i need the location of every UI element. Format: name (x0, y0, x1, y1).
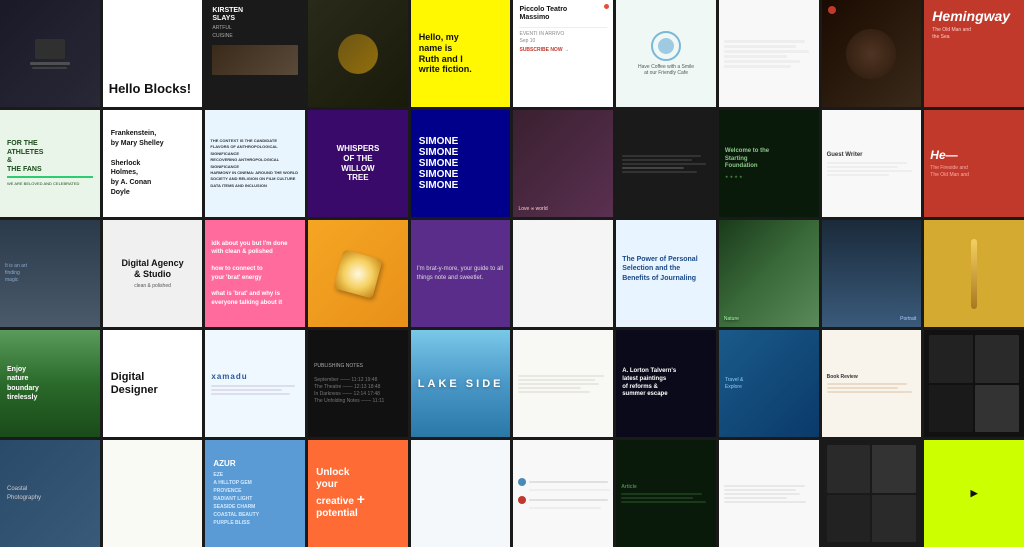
cell-dark-min2[interactable] (822, 440, 922, 547)
cell-anthropology[interactable]: THE CONTEXT IS THE CANDIDATE FLAVORS OF … (205, 110, 305, 217)
hemingway-title: Hemingway (932, 8, 1010, 24)
cell-red-minimal[interactable]: He— The Fireside andThe Old Man and (924, 110, 1024, 217)
neon-text: ▶ (971, 488, 978, 499)
cell-digital-agency[interactable]: Digital Agency& Studio clean & polished (103, 220, 203, 327)
frankenstein-title: Frankenstein,by Mary ShelleySherlockHolm… (111, 129, 164, 198)
lake-side-title: LAKE SIDE (418, 378, 504, 390)
cell-whispers[interactable]: WHISPERSOF THEWILLOWTREE (308, 110, 408, 217)
cell-social-feed[interactable] (513, 440, 613, 547)
cell-hemingway[interactable]: Hemingway The Old Man andthe Sea (924, 0, 1024, 107)
whispers-title: WHISPERSOF THEWILLOWTREE (337, 144, 380, 182)
azur-subtitle: EZEA HILLTOP GEMPROVENCERADIANT LIGHTSEA… (213, 471, 259, 527)
cell-minimal-dark[interactable] (924, 330, 1024, 437)
cell-portrait[interactable]: It is an artfindingmagic (0, 220, 100, 327)
cell-unlock[interactable]: Unlockyourcreative +potential (308, 440, 408, 547)
cell-text-blog[interactable]: The Power of PersonalSelection and theBe… (616, 220, 716, 327)
athletes-divider (7, 176, 93, 178)
cell-hello-blocks[interactable]: Hello Blocks! (103, 0, 203, 107)
cell-piccolo[interactable]: Piccolo TeatroMassimo EVENTI IN ARRIVOSe… (513, 0, 613, 107)
cell-nature-photo[interactable]: Nature (719, 220, 819, 327)
unlock-title: Unlockyourcreative +potential (316, 467, 365, 520)
cell-blog-text[interactable] (513, 330, 613, 437)
cell-literary[interactable]: Guest Writer (822, 110, 922, 217)
digital-agency-title: Digital Agency& Studio (111, 258, 195, 280)
dark-portfolio-title: A. Lorton Talvern'slatest paintingsof re… (622, 368, 676, 399)
cell-kirsten[interactable]: KIRSTENSLAYSARTFULCUISINE (205, 0, 305, 107)
violet-title: I'm brat-y-more, your guide to allthings… (417, 265, 503, 282)
cell-long-text[interactable] (103, 440, 203, 547)
cell-dark-portfolio[interactable]: A. Lorton Talvern'slatest paintingsof re… (616, 330, 716, 437)
coastal-title: CoastalPhotography (7, 485, 41, 502)
cell-ruth[interactable]: Hello, myname isRuth and Iwrite fiction. (411, 0, 511, 107)
athletes-title: FOR THEATHLETES&THE FANS (7, 140, 43, 174)
cell-pink-brat[interactable]: idk about you but I'm donewith clean & p… (205, 220, 305, 327)
cell-coastal[interactable]: CoastalPhotography (0, 440, 100, 547)
cell-gold-stick[interactable] (924, 220, 1024, 327)
cell-coffee[interactable]: Have Coffee with a Smileat our Friendly … (616, 0, 716, 107)
pink-brat-title: idk about you but I'm donewith clean & p… (211, 240, 287, 307)
green-landscape-title: Enjoynatureboundarytirelessly (7, 365, 39, 401)
cell-green-landscape[interactable]: Enjoynatureboundarytirelessly (0, 330, 100, 437)
cell-love-photo[interactable]: Love ∞ world (513, 110, 613, 217)
cell-xamadu[interactable]: xamadu (205, 330, 305, 437)
cell-1[interactable] (0, 0, 100, 107)
cell-book-review[interactable]: Book Review (822, 330, 922, 437)
cell-travel-photo[interactable]: Travel &Explore (719, 330, 819, 437)
cell-digital-designer[interactable]: DigitalDesigner (103, 330, 203, 437)
cell-azur[interactable]: AZUR EZEA HILLTOP GEMPROVENCERADIANT LIG… (205, 440, 305, 547)
text-blog-title: The Power of PersonalSelection and theBe… (622, 255, 697, 282)
cell-violet-energy[interactable]: I'm brat-y-more, your guide to allthings… (411, 220, 511, 327)
hello-blocks-title: Hello Blocks! (109, 82, 191, 95)
simone-title: SIMONESIMONESIMONESIMONESIMONE (419, 136, 458, 191)
cell-dark-notes[interactable]: PUBLISHING NOTES September —— 11:12 19:4… (308, 330, 408, 437)
cell-dark-texture[interactable] (308, 0, 408, 107)
cell-photo-collage[interactable] (411, 440, 511, 547)
cell-lake-side[interactable]: LAKE SIDE (411, 330, 511, 437)
cell-light-blog[interactable] (719, 440, 819, 547)
kirsten-title: KIRSTENSLAYSARTFULCUISINE (212, 7, 243, 41)
cell-bw-gallery[interactable] (513, 220, 613, 327)
cell-athletes[interactable]: FOR THEATHLETES&THE FANS WE ARE BELOVED … (0, 110, 100, 217)
cell-article[interactable] (719, 0, 819, 107)
ruth-title: Hello, myname isRuth and Iwrite fiction. (419, 32, 472, 75)
cell-simone[interactable]: SIMONESIMONESIMONESIMONESIMONE (411, 110, 511, 217)
cell-neon-yellow[interactable]: ▶ (924, 440, 1024, 547)
digital-designer-title: DigitalDesigner (111, 371, 158, 395)
red-dot-indicator (604, 4, 609, 9)
cell-dark-blog[interactable] (616, 110, 716, 217)
cell-orange-3d[interactable] (308, 220, 408, 327)
cell-frankenstein[interactable]: Frankenstein,by Mary ShelleySherlockHolm… (103, 110, 203, 217)
cell-dark-floral[interactable] (822, 0, 922, 107)
cell-portrait2[interactable]: Portrait (822, 220, 922, 327)
cell-dark-article[interactable]: Article (616, 440, 716, 547)
publishing-notes: PUBLISHING NOTES September —— 11:12 19:4… (314, 363, 384, 405)
cell-starting-foundation[interactable]: Welcome to theStartingFoundation ★ ★ ★ ★ (719, 110, 819, 217)
template-grid: Hello Blocks! KIRSTENSLAYSARTFULCUISINE … (0, 0, 1024, 536)
azur-title: AZUR (213, 460, 235, 468)
